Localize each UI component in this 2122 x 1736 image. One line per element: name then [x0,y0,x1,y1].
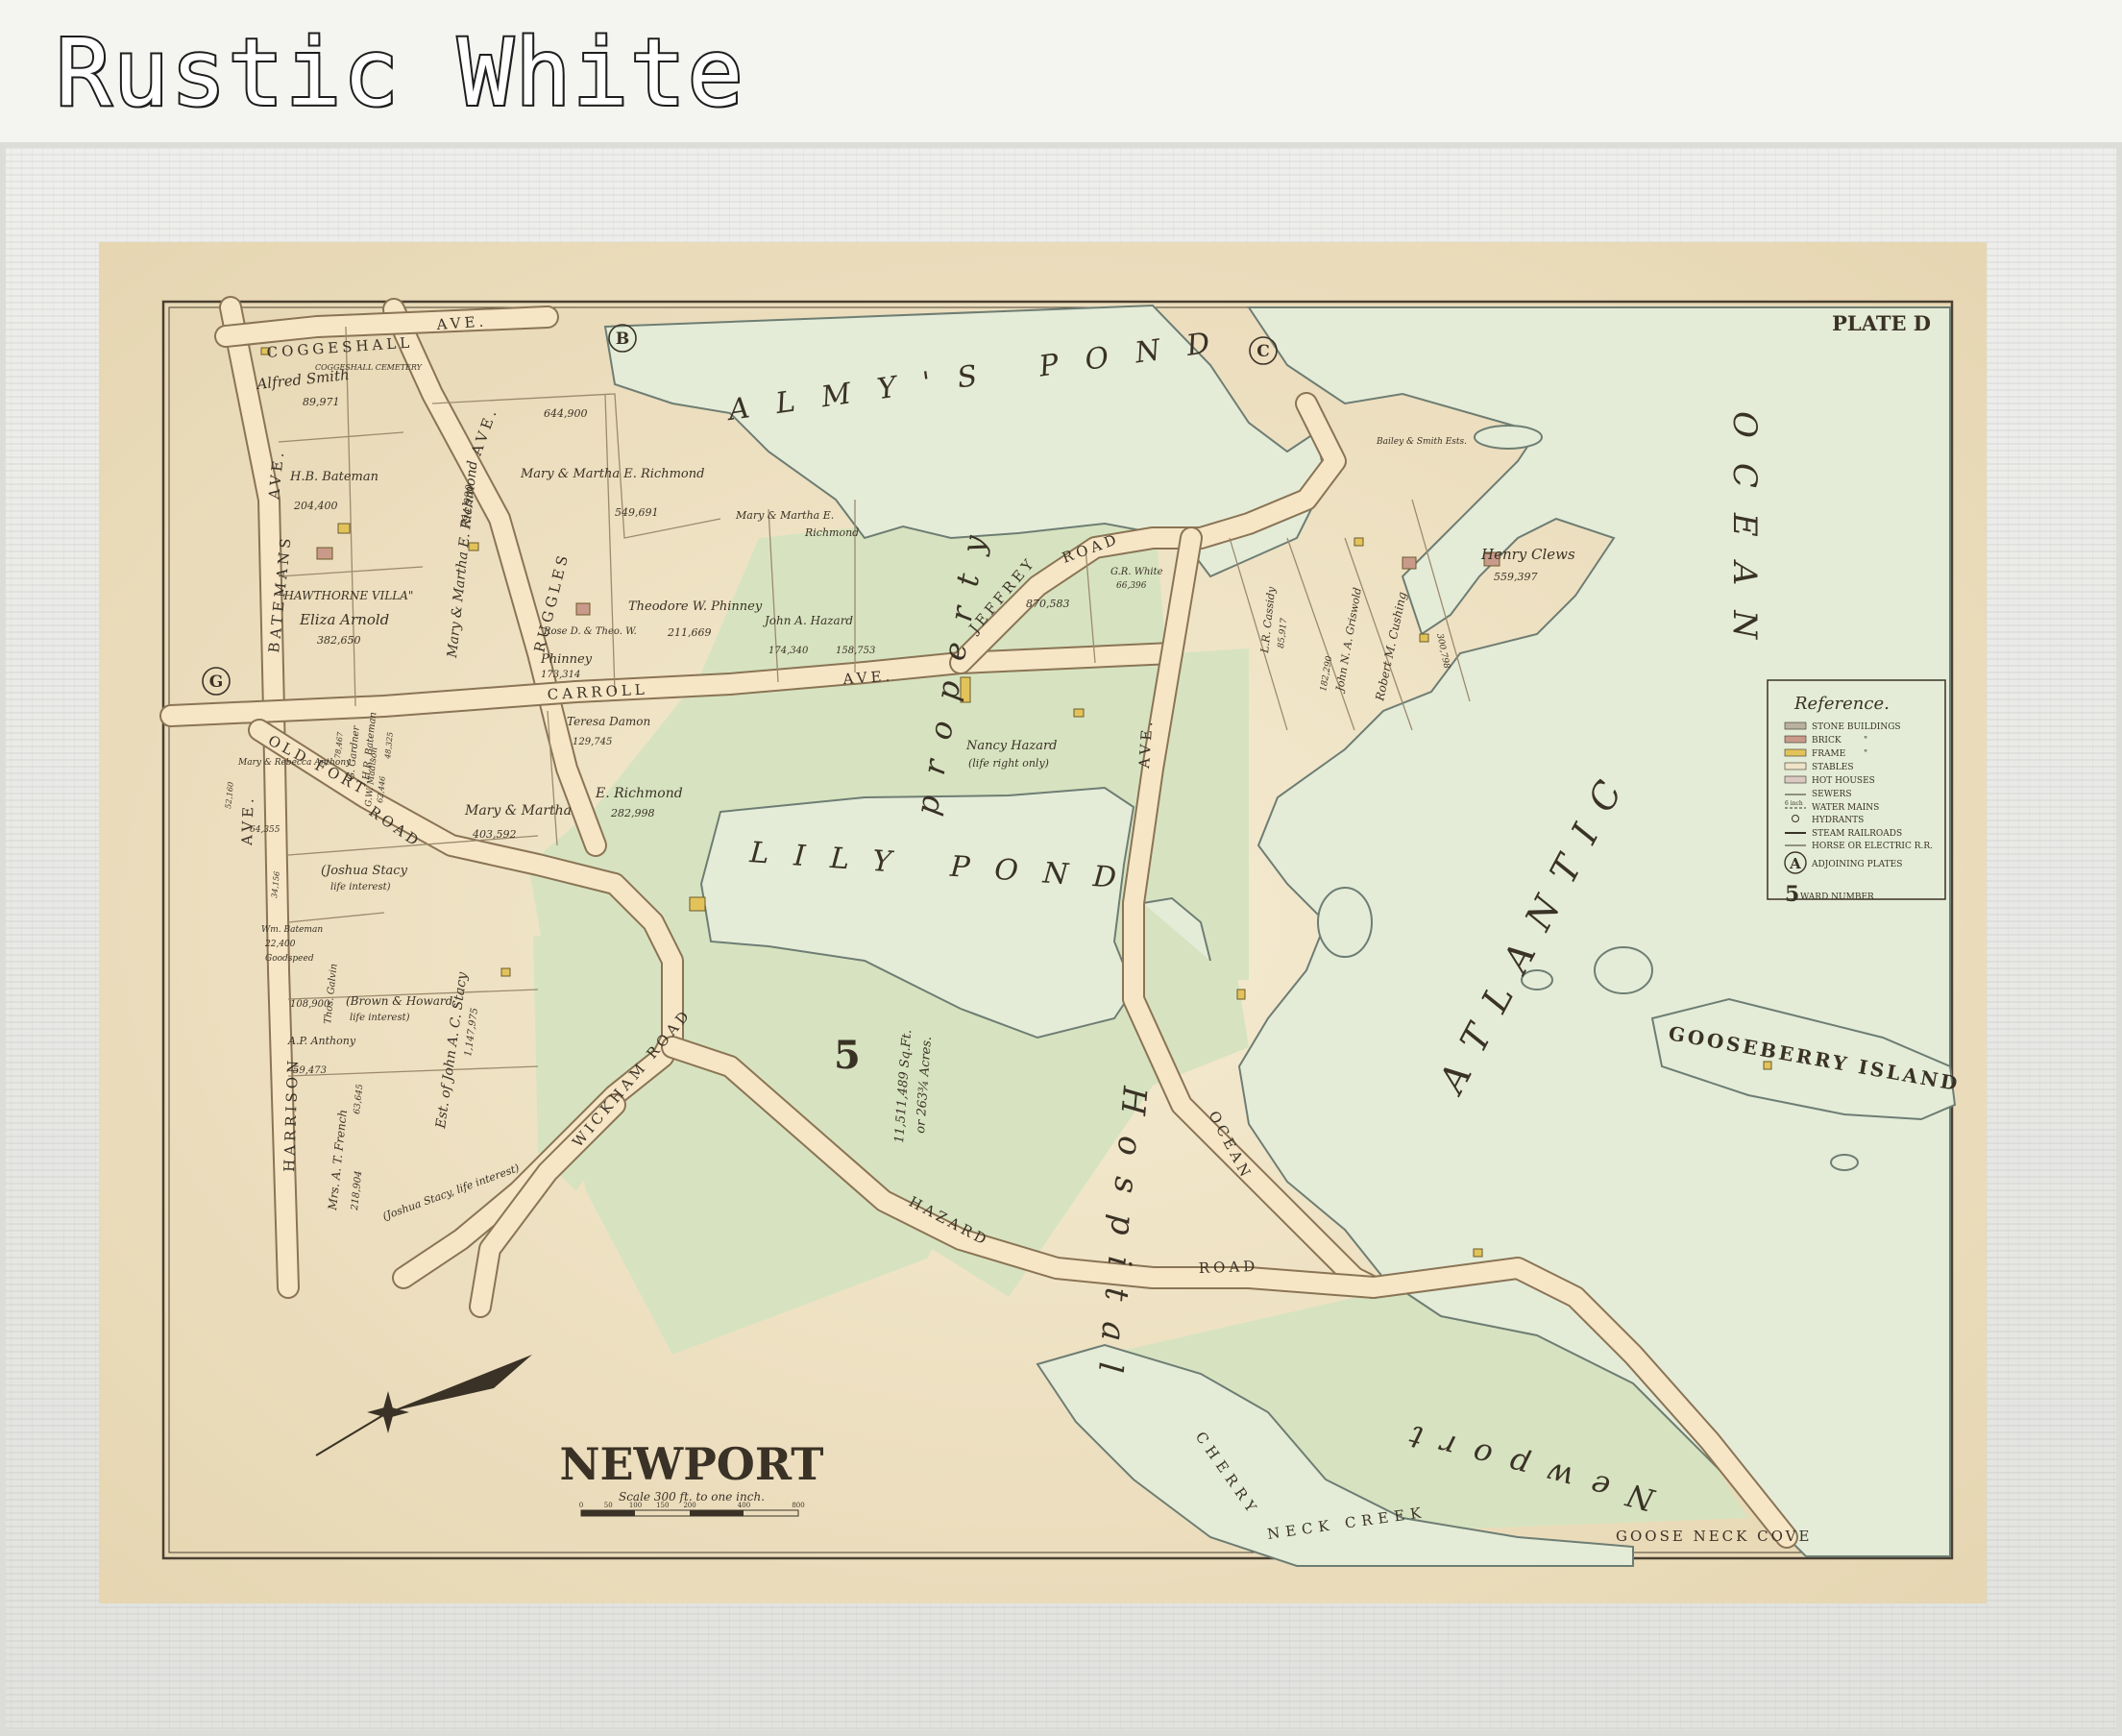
svg-text:John A. Hazard: John A. Hazard [762,614,853,627]
svg-text:Mary & Martha E.: Mary & Martha E. [735,509,834,522]
svg-text:Mary & Rebecca Anthony: Mary & Rebecca Anthony [237,758,352,768]
svg-text:E. Richmond: E. Richmond [595,786,683,801]
svg-text:59,473: 59,473 [293,1065,327,1076]
svg-text:559,397: 559,397 [1494,571,1538,583]
svg-text:A.P. Anthony: A.P. Anthony [287,1035,356,1047]
scale-tick-label: 0 [579,1502,583,1509]
svg-text:HOT HOUSES: HOT HOUSES [1812,776,1875,786]
svg-text:173,314: 173,314 [541,670,580,680]
scale-tick-label: 50 [604,1502,613,1509]
svg-text:": " [1864,736,1867,746]
svg-text:22,400: 22,400 [264,940,296,949]
rock-islet-2 [1317,887,1373,958]
svg-text:Mary & Martha E. Richmond: Mary & Martha E. Richmond [520,467,704,481]
svg-text:WATER MAINS: WATER MAINS [1812,803,1879,813]
svg-text:(Joshua Stacy: (Joshua Stacy [321,864,408,878]
svg-text:64,355: 64,355 [250,825,280,835]
svg-text:Reference.: Reference. [1793,694,1890,714]
frame-style-title: Rustic White [54,17,745,129]
svg-text:Nancy Hazard: Nancy Hazard [965,739,1057,753]
map-title: NEWPORT [559,1438,823,1490]
svg-text:STEAM RAILROADS: STEAM RAILROADS [1812,829,1902,839]
svg-text:G: G [209,672,224,692]
svg-text:HORSE OR ELECTRIC R.R.: HORSE OR ELECTRIC R.R. [1812,842,1933,851]
goose-neck-cove-label: GOOSE NECK COVE [1616,1528,1812,1545]
rock-islet-3 [1594,946,1653,994]
svg-text:66,396: 66,396 [1116,581,1147,591]
newport-map: B C G PLATE D ALMY'S POND LILY POND ATLA… [99,242,1987,1603]
svg-text:G.R. White: G.R. White [1110,567,1163,577]
scale-tick-label: 100 [629,1502,642,1509]
svg-text:ROAD: ROAD [1199,1258,1259,1277]
svg-text:(life right only): (life right only) [968,757,1049,770]
svg-text:FRAME: FRAME [1812,749,1845,759]
svg-text:AVE.: AVE. [435,312,488,333]
rock-islet-5 [1830,1154,1859,1171]
svg-text:174,340: 174,340 [768,646,809,656]
svg-text:Wm. Bateman: Wm. Bateman [261,925,323,935]
svg-text:644,900: 644,900 [544,407,588,420]
svg-text:life interest): life interest) [350,1013,410,1023]
svg-text:89,971: 89,971 [303,396,340,408]
scale-tick-label: 800 [792,1502,804,1509]
svg-text:Henry Clews: Henry Clews [1480,546,1575,563]
svg-text:Rose D. & Theo. W.: Rose D. & Theo. W. [543,626,637,637]
svg-text:AVE.: AVE. [238,795,257,846]
scale-tick-label: 400 [738,1502,750,1509]
svg-text:Bailey & Smith Ests.: Bailey & Smith Ests. [1376,437,1467,447]
svg-text:AVE.: AVE. [1135,718,1157,770]
svg-text:COGGESHALL CEMETERY: COGGESHALL CEMETERY [315,363,423,372]
svg-text:Theodore W. Phinney: Theodore W. Phinney [628,599,763,614]
svg-text:"HAWTHORNE VILLA": "HAWTHORNE VILLA" [279,589,413,602]
svg-text:870,583: 870,583 [1026,598,1070,610]
svg-text:C: C [1256,342,1270,361]
svg-text:Teresa Damon: Teresa Damon [567,715,650,728]
svg-text:Goodspeed: Goodspeed [265,954,314,964]
svg-text:108,900: 108,900 [290,999,330,1010]
ward-number: 5 [834,1033,861,1078]
svg-text:": " [1864,749,1867,759]
svg-text:life interest): life interest) [330,882,391,892]
plate-label: PLATE D [1832,311,1931,335]
svg-text:STONE BUILDINGS: STONE BUILDINGS [1812,722,1901,732]
svg-text:STABLES: STABLES [1812,763,1854,772]
svg-text:WARD NUMBER: WARD NUMBER [1800,892,1874,902]
svg-text:HYDRANTS: HYDRANTS [1812,816,1864,825]
svg-text:158,753: 158,753 [836,646,875,656]
scale-tick-label: 150 [656,1502,669,1509]
svg-text:Eliza Arnold: Eliza Arnold [299,611,389,628]
svg-text:382,650: 382,650 [317,634,361,647]
svg-text:282,998: 282,998 [610,807,655,819]
svg-text:A: A [1789,855,1801,872]
rock-islet-1 [1474,425,1543,450]
svg-text:AVE.: AVE. [841,667,894,688]
svg-text:Mary & Martha: Mary & Martha [464,803,572,819]
svg-text:B: B [616,330,629,349]
svg-text:Phinney: Phinney [540,652,593,667]
svg-text:(Brown & Howard,: (Brown & Howard, [346,994,456,1008]
svg-text:204,400: 204,400 [293,500,338,512]
map-print: B C G PLATE D ALMY'S POND LILY POND ATLA… [99,242,1987,1603]
svg-text:ADJOINING PLATES: ADJOINING PLATES [1811,860,1902,869]
svg-text:SEWERS: SEWERS [1812,790,1852,799]
svg-text:549,691: 549,691 [615,506,659,519]
svg-text:Richmond: Richmond [804,526,859,539]
svg-text:129,745: 129,745 [573,737,612,747]
svg-text:403,592: 403,592 [472,828,517,841]
svg-text:5: 5 [1785,882,1799,907]
svg-text:6 inch: 6 inch [1785,800,1803,807]
svg-text:H.B. Bateman: H.B. Bateman [289,470,378,484]
product-banner: Rustic White [0,0,2122,142]
ocean-label: OCEAN [1725,411,1764,664]
scale-tick-label: 200 [683,1502,695,1509]
svg-text:211,669: 211,669 [667,626,712,639]
svg-text:BRICK: BRICK [1812,736,1842,746]
